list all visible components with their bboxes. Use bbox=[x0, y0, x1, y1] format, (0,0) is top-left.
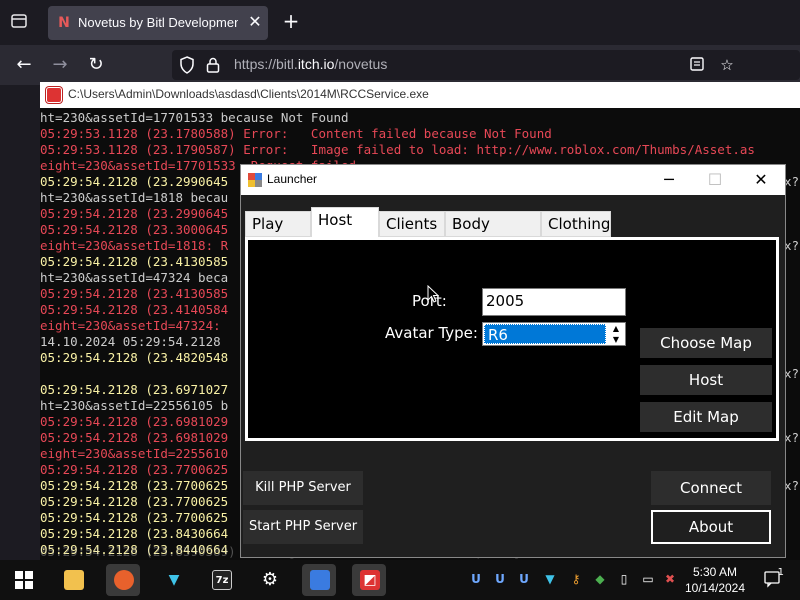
folder-icon bbox=[64, 570, 84, 590]
reader-view-icon[interactable] bbox=[688, 56, 706, 74]
tray-u-icon-3[interactable]: U bbox=[516, 570, 532, 588]
url-text[interactable]: https://bitl.itch.io/novetus bbox=[234, 56, 387, 72]
console-title: C:\Users\Admin\Downloads\asdasd\Clients\… bbox=[68, 87, 429, 101]
tray-defender-icon[interactable]: ◆ bbox=[592, 570, 608, 588]
launcher-title-bar: Launcher ─ ☐ ✕ bbox=[241, 165, 785, 195]
url-bar[interactable]: https://bitl.itch.io/novetus ☆ bbox=[172, 50, 800, 80]
browser-nav-bar: ← → ↻ https://bitl.itch.io/novetus ☆ bbox=[0, 45, 800, 85]
tab-clients[interactable]: Clients bbox=[379, 211, 445, 237]
browser-tab-novetus[interactable]: N Novetus by Bitl Development S ✕ bbox=[48, 6, 268, 40]
tab-host[interactable]: Host bbox=[311, 207, 379, 237]
console-edge-text: x? bbox=[784, 366, 800, 381]
connect-button[interactable]: Connect bbox=[651, 471, 771, 505]
tray-vpn-icon[interactable]: ▼ bbox=[542, 570, 558, 588]
taskbar-7zip[interactable]: 7z bbox=[204, 564, 238, 596]
console-edge-text: x? bbox=[784, 478, 800, 493]
tab-title: Novetus by Bitl Development S bbox=[78, 15, 238, 30]
launcher-title: Launcher bbox=[267, 172, 318, 186]
novetus-favicon-icon: N bbox=[58, 15, 70, 31]
maximize-icon[interactable]: ☐ bbox=[693, 168, 737, 192]
tab-close-icon[interactable]: ✕ bbox=[246, 12, 264, 32]
shield-icon[interactable] bbox=[178, 56, 196, 74]
tray-volume-muted-icon[interactable]: ✖ bbox=[662, 570, 678, 588]
avatar-type-value: R6 bbox=[484, 324, 606, 344]
avatar-type-dropdown[interactable]: R6 ▲ ▼ bbox=[482, 322, 626, 346]
taskbar-file-explorer[interactable] bbox=[56, 564, 90, 596]
clock-time: 5:30 AM bbox=[692, 565, 738, 579]
taskbar-settings[interactable]: ⚙ bbox=[252, 564, 286, 596]
launcher-body: Play Host Clients Body Colors Clothing P… bbox=[241, 195, 785, 557]
tray-battery-icon[interactable]: ▯ bbox=[616, 570, 632, 588]
firefox-icon bbox=[114, 570, 134, 590]
taskbar-vpn[interactable]: ▼ bbox=[156, 564, 190, 596]
tray-network-icon[interactable]: ▭ bbox=[640, 570, 656, 588]
tray-u-icon-2[interactable]: U bbox=[492, 570, 508, 588]
avatar-type-label: Avatar Type: bbox=[385, 324, 478, 342]
console-edge-text: x? bbox=[784, 430, 800, 445]
forward-arrow-icon[interactable]: → bbox=[48, 54, 72, 76]
bookmark-star-icon[interactable]: ☆ bbox=[718, 56, 736, 74]
port-input[interactable]: 2005 bbox=[482, 288, 626, 316]
7zip-icon: 7z bbox=[212, 570, 232, 590]
start-button[interactable] bbox=[6, 564, 40, 596]
console-line: 05:29:53.1128 (23.1790587) Error: Image … bbox=[40, 142, 755, 157]
new-tab-icon[interactable]: + bbox=[280, 10, 302, 32]
tab-play[interactable]: Play bbox=[245, 211, 311, 237]
minimize-icon[interactable]: ─ bbox=[647, 168, 691, 192]
kill-php-server-button[interactable]: Kill PHP Server bbox=[243, 471, 363, 505]
console-line: 05:29:53.1128 (23.1780588) Error: Conten… bbox=[40, 126, 552, 141]
notification-count: 1 bbox=[777, 567, 784, 578]
tab-clothing[interactable]: Clothing bbox=[541, 211, 611, 237]
console-edge-text: x? bbox=[784, 174, 800, 189]
start-php-server-button[interactable]: Start PHP Server bbox=[243, 510, 363, 544]
back-arrow-icon[interactable]: ← bbox=[12, 54, 36, 76]
lock-icon[interactable] bbox=[204, 56, 222, 74]
tab-list-icon[interactable] bbox=[10, 12, 28, 30]
roblox-app-icon bbox=[46, 87, 62, 103]
about-button[interactable]: About bbox=[651, 510, 771, 544]
tab-body-colors[interactable]: Body Colors bbox=[445, 211, 541, 257]
host-button[interactable]: Host bbox=[640, 365, 772, 395]
edit-map-button[interactable]: Edit Map bbox=[640, 402, 772, 432]
launcher-taskbar-icon bbox=[310, 570, 330, 590]
windows-taskbar: ▼ 7z ⚙ ◩ U U U ▼ ⚷ ◆ ▯ ▭ ✖ 5:30 AM 10/14… bbox=[0, 560, 800, 600]
console-title-bar: C:\Users\Admin\Downloads\asdasd\Clients\… bbox=[40, 82, 800, 108]
reload-icon[interactable]: ↻ bbox=[84, 54, 108, 76]
choose-map-button[interactable]: Choose Map bbox=[640, 328, 772, 358]
roblox-taskbar-icon: ◩ bbox=[360, 570, 380, 590]
launcher-app-icon bbox=[248, 172, 262, 187]
tray-u-icon-1[interactable]: U bbox=[468, 570, 484, 588]
launcher-window: Launcher ─ ☐ ✕ Play Host Clients Body Co… bbox=[240, 164, 786, 558]
shield-vpn-icon: ▼ bbox=[168, 572, 180, 588]
taskbar-rccservice[interactable]: ◩ bbox=[352, 564, 386, 596]
windows-logo-icon bbox=[15, 571, 33, 589]
console-edge-text: x? bbox=[784, 238, 800, 253]
gear-icon: ⚙ bbox=[261, 569, 279, 590]
console-line: ht=230&assetId=17701533 because Not Foun… bbox=[40, 110, 349, 125]
close-icon[interactable]: ✕ bbox=[739, 168, 783, 192]
mouse-cursor-icon bbox=[427, 285, 439, 303]
taskbar-launcher[interactable] bbox=[302, 564, 336, 596]
notification-center-button[interactable]: 1 bbox=[762, 567, 784, 588]
host-tab-panel: Port: 2005 Avatar Type: R6 ▲ ▼ Choose Map… bbox=[245, 237, 779, 441]
browser-tab-bar: N Novetus by Bitl Development S ✕ + bbox=[0, 0, 800, 45]
tray-key-icon[interactable]: ⚷ bbox=[568, 570, 584, 588]
spin-arrows-icon[interactable]: ▲ ▼ bbox=[608, 323, 624, 345]
taskbar-firefox[interactable] bbox=[106, 564, 140, 596]
taskbar-clock[interactable]: 5:30 AM 10/14/2024 bbox=[682, 564, 748, 596]
clock-date: 10/14/2024 bbox=[684, 581, 746, 595]
